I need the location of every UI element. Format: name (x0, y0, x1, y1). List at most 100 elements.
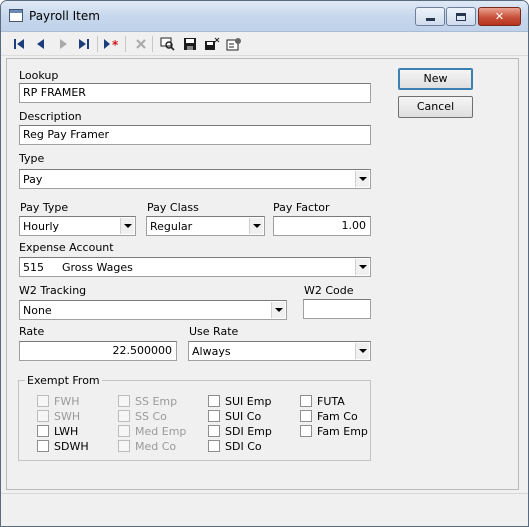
exempt-checkbox-sui-co[interactable]: SUI Co (208, 409, 261, 423)
checkbox-label: SS Co (135, 409, 167, 423)
checkbox-box[interactable] (118, 440, 130, 452)
checkbox-box[interactable] (37, 425, 49, 437)
lookup-field[interactable]: RP FRAMER (19, 83, 371, 103)
exempt-checkbox-ss-emp[interactable]: SS Emp (118, 394, 177, 408)
description-field[interactable]: Reg Pay Framer (19, 125, 371, 145)
exempt-checkbox-fwh[interactable]: FWH (37, 394, 79, 408)
save-icon (184, 38, 196, 50)
pay-type-dropdown[interactable]: Hourly (19, 216, 136, 236)
expense-account-dropdown[interactable]: 515 Gross Wages (19, 257, 371, 277)
checkbox-label: SUI Emp (225, 394, 272, 408)
checkbox-box[interactable] (118, 410, 130, 422)
title-bar[interactable]: Payroll Item ✕ (1, 1, 528, 32)
pay-type-value: Hourly (23, 220, 60, 233)
pay-type-label: Pay Type (20, 201, 69, 214)
pay-factor-label: Pay Factor (273, 201, 330, 214)
delete-record-button[interactable] (132, 36, 150, 52)
checkbox-label: SDWH (54, 439, 89, 453)
new-record-button[interactable]: * (103, 36, 121, 52)
chevron-down-icon[interactable] (355, 171, 369, 187)
w2-tracking-label: W2 Tracking (19, 284, 87, 297)
properties-button[interactable] (225, 36, 243, 52)
toolbar-separator (125, 36, 126, 52)
checkbox-label: SWH (54, 409, 81, 423)
previous-record-icon (37, 39, 44, 49)
minimize-button[interactable] (415, 7, 445, 26)
checkbox-box[interactable] (208, 410, 220, 422)
last-record-button[interactable] (75, 36, 93, 52)
next-record-icon (60, 39, 67, 49)
exempt-checkbox-lwh[interactable]: LWH (37, 424, 78, 438)
exempt-from-title: Exempt From (25, 374, 102, 387)
chevron-down-icon[interactable] (249, 218, 263, 234)
close-icon: ✕ (494, 10, 505, 23)
checkbox-box[interactable] (300, 395, 312, 407)
type-value: Pay (23, 173, 43, 186)
checkbox-box[interactable] (37, 395, 49, 407)
pay-factor-field[interactable]: 1.00 (273, 216, 371, 236)
minimize-icon (425, 18, 435, 21)
lookup-button[interactable] (159, 36, 177, 52)
first-record-button[interactable] (10, 36, 28, 52)
w2-code-label: W2 Code (304, 284, 354, 297)
exempt-checkbox-futa[interactable]: FUTA (300, 394, 345, 408)
chevron-down-icon[interactable] (355, 343, 369, 359)
exempt-checkbox-fam-emp[interactable]: Fam Emp (300, 424, 368, 438)
checkbox-label: Med Co (135, 439, 177, 453)
cancel-button[interactable]: Cancel (398, 96, 473, 118)
maximize-button[interactable] (446, 7, 476, 26)
exempt-checkbox-med-co[interactable]: Med Co (118, 439, 176, 453)
previous-record-button[interactable] (32, 36, 50, 52)
w2-code-field[interactable] (303, 299, 371, 319)
checkbox-box[interactable] (118, 395, 130, 407)
pay-class-dropdown[interactable]: Regular (146, 216, 265, 236)
exempt-checkbox-sdwh[interactable]: SDWH (37, 439, 89, 453)
toolbar-separator (97, 36, 98, 52)
checkbox-box[interactable] (208, 395, 220, 407)
last-record-icon (79, 39, 89, 49)
expense-account-label: Expense Account (19, 241, 114, 254)
chevron-down-icon[interactable] (271, 302, 285, 318)
close-record-button[interactable] (203, 36, 221, 52)
checkbox-box[interactable] (118, 425, 130, 437)
checkbox-label: Fam Emp (317, 424, 368, 438)
exempt-checkbox-sdi-emp[interactable]: SDI Emp (208, 424, 272, 438)
next-record-button[interactable] (54, 36, 72, 52)
checkbox-label: SUI Co (225, 409, 262, 423)
expense-account-number: 515 (23, 261, 44, 274)
checkbox-label: Med Emp (135, 424, 187, 438)
checkbox-label: SDI Emp (225, 424, 272, 438)
checkbox-box[interactable] (37, 410, 49, 422)
checkbox-label: Fam Co (317, 409, 358, 423)
type-dropdown[interactable]: Pay (19, 169, 371, 189)
window-app-icon (9, 9, 23, 22)
pay-class-value: Regular (150, 220, 193, 233)
exempt-checkbox-sui-emp[interactable]: SUI Emp (208, 394, 271, 408)
checkbox-label: SS Emp (135, 394, 178, 408)
w2-tracking-dropdown[interactable]: None (19, 300, 287, 320)
rate-field[interactable]: 22.500000 (19, 341, 177, 361)
status-bar (1, 493, 528, 526)
chevron-down-icon[interactable] (355, 259, 369, 275)
use-rate-label: Use Rate (189, 325, 239, 338)
exempt-checkbox-fam-co[interactable]: Fam Co (300, 409, 358, 423)
checkbox-box[interactable] (37, 440, 49, 452)
save-button[interactable] (181, 36, 199, 52)
exempt-checkbox-swh[interactable]: SWH (37, 409, 80, 423)
close-button[interactable]: ✕ (478, 7, 521, 26)
properties-icon (226, 38, 241, 51)
svg-text:*: * (112, 38, 119, 50)
w2-tracking-value: None (23, 304, 52, 317)
description-label: Description (19, 110, 82, 123)
new-button[interactable]: New (398, 68, 473, 90)
exempt-checkbox-ss-co[interactable]: SS Co (118, 409, 167, 423)
checkbox-box[interactable] (300, 410, 312, 422)
checkbox-box[interactable] (300, 425, 312, 437)
chevron-down-icon[interactable] (120, 218, 134, 234)
exempt-checkbox-sdi-co[interactable]: SDI Co (208, 439, 262, 453)
use-rate-dropdown[interactable]: Always (188, 341, 371, 361)
checkbox-box[interactable] (208, 440, 220, 452)
checkbox-box[interactable] (208, 425, 220, 437)
exempt-checkbox-med-emp[interactable]: Med Emp (118, 424, 186, 438)
payroll-item-window: Payroll Item ✕ * Lookup RP FRAMER Descri… (0, 0, 529, 527)
